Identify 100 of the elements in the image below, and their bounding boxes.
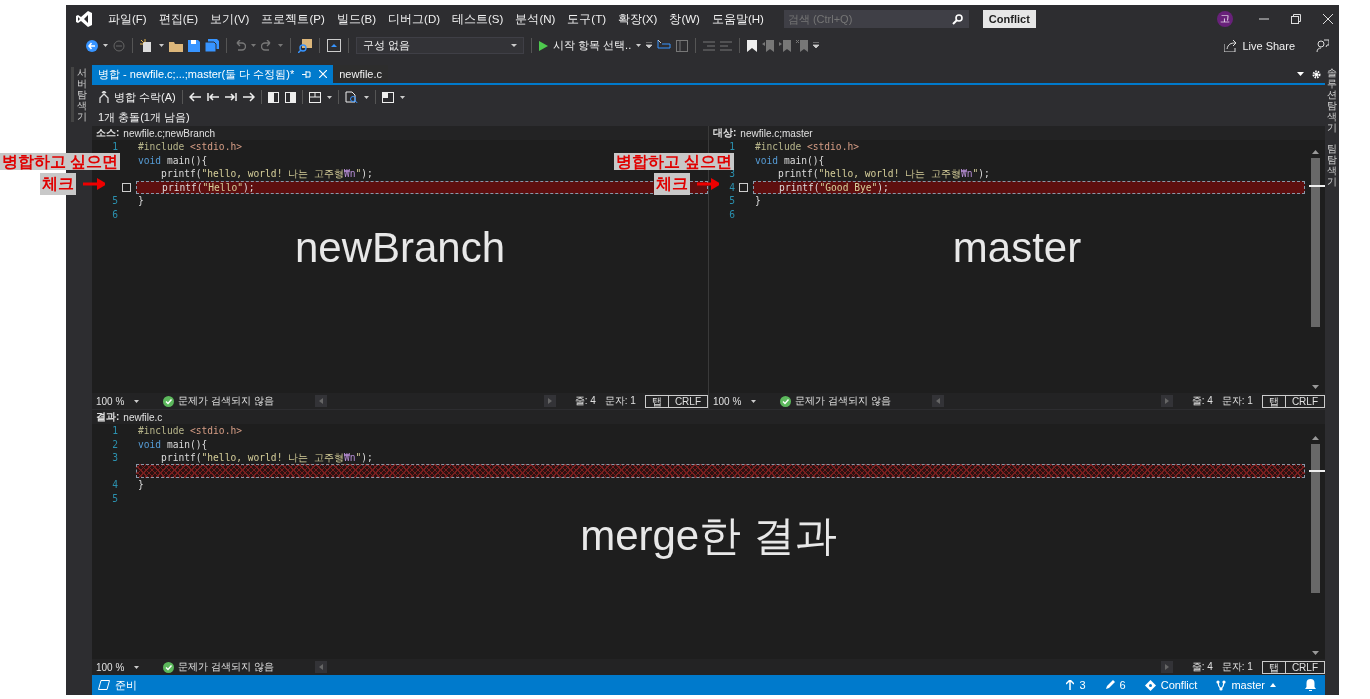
code-line: void main(){ [137,437,208,451]
callout-text: 병합하고 싶으면 [0,153,121,170]
menu-item[interactable]: 디버그(D) [382,11,447,27]
scroll-right-button[interactable] [1160,661,1173,673]
pin-icon[interactable] [302,70,312,78]
zoom-dropdown[interactable]: 100 % [96,661,146,673]
line-ending[interactable]: CRLF [1284,394,1325,408]
zoom-dropdown[interactable]: 100 % [96,395,146,407]
forward-icon [113,39,125,52]
restore-icon[interactable] [1291,14,1301,24]
search-icon [951,13,963,25]
new-item-icon[interactable] [140,38,154,53]
check-circle-icon [780,395,791,407]
settings-icon[interactable] [1312,69,1321,79]
code-line: } [137,194,144,208]
menu-item[interactable]: 파일(F) [102,11,153,27]
notification-icon[interactable] [1305,679,1316,691]
issues-status[interactable]: 문제가 검색되지 않음 [178,394,274,408]
overflow-icon[interactable] [813,42,820,49]
indent-mode[interactable]: 탭 [644,394,669,408]
caret-icon[interactable] [103,44,108,47]
code-line: printf("hello, world! 나는 고주형₩n"); [160,167,373,181]
arrow-icon [83,178,105,190]
feedback-icon[interactable] [1316,39,1329,52]
window-layout-icon[interactable] [381,91,394,103]
configuration-dropdown[interactable]: 구성 없음 [356,37,524,54]
issues-status[interactable]: 문제가 검색되지 않음 [178,660,274,674]
line-number: 2 [111,438,119,450]
caret-icon[interactable] [363,95,369,99]
pane-label: 소스: [96,126,120,140]
callout-text: 체크 [654,173,690,195]
share-icon [1224,39,1238,52]
grid-layout-icon[interactable] [308,91,321,103]
menu-item[interactable]: 프로젝트(P) [255,11,331,27]
checkbox[interactable] [739,182,748,192]
last-conflict-icon[interactable] [224,92,237,102]
find-in-files-icon[interactable] [298,38,312,53]
scroll-left-button[interactable] [314,395,327,407]
overflow-icon[interactable] [646,42,653,49]
live-share-button[interactable]: Live Share [1224,39,1295,52]
folder-icon[interactable] [169,39,183,52]
left-panel-icon[interactable] [267,91,279,103]
menu-item[interactable]: 도움말(H) [705,11,770,27]
user-avatar[interactable]: 고 [1217,11,1233,27]
menu-item[interactable]: 보기(V) [204,11,256,27]
zoom-dropdown[interactable]: 100 % [713,395,763,407]
right-panel-icon[interactable] [284,91,296,103]
up-arrow-icon [1066,680,1075,690]
bookmark-icon[interactable] [747,39,758,52]
changes-indicator[interactable]: 6 [1104,679,1126,691]
caret-icon[interactable] [326,95,332,99]
first-conflict-icon[interactable] [206,92,219,102]
document-tab[interactable]: 병합 - newfile.c;...;master(둘 다 수정됨)* [92,65,334,83]
save-icon[interactable] [188,39,200,52]
caret-icon[interactable] [159,44,164,47]
menu-item[interactable]: 테스트(S) [446,11,510,27]
issues-status[interactable]: 문제가 검색되지 않음 [795,394,891,408]
left-arrow-icon[interactable] [188,92,201,102]
right-arrow-icon[interactable] [242,92,255,102]
push-indicator[interactable]: 3 [1066,679,1086,691]
menu-item[interactable]: 창(W) [663,11,706,27]
repository-button[interactable]: Conflict [1144,679,1198,691]
accept-merge-button[interactable]: 병합 수락(A) [98,89,176,105]
start-button[interactable]: 시작 항목 선택.. [539,38,632,53]
indent-mode[interactable]: 탭 [1261,660,1286,674]
compare-icon[interactable] [344,91,358,103]
back-icon[interactable] [86,39,98,52]
save-all-icon[interactable] [205,39,219,52]
dropdown-icon[interactable] [1297,72,1304,76]
code-line: #include <stdio.h> [137,140,242,154]
scroll-left-button[interactable] [931,395,944,407]
layout-icon [676,39,689,52]
left-arrow-icon [318,398,323,404]
side-tab[interactable]: 솔루션 탐색기 [1327,67,1337,133]
browser-icon[interactable] [327,39,341,52]
line-ending[interactable]: CRLF [667,394,708,408]
branch-button[interactable]: master [1216,679,1276,691]
scroll-left-button[interactable] [314,661,327,673]
indent-mode[interactable]: 탭 [1261,394,1286,408]
menu-item[interactable]: 도구(T) [561,11,613,27]
right-arrow-icon [1164,398,1169,404]
menu-item[interactable]: 편집(E) [152,11,205,27]
caret-icon[interactable] [636,44,642,47]
code-line: printf("hello, world! 나는 고주형₩n"); [777,167,990,181]
caret-icon [251,44,256,47]
scroll-right-button[interactable] [1160,395,1173,407]
side-tab[interactable]: 서버 탐색기 [70,67,87,122]
file-name: newfile.c;master [740,127,813,139]
scroll-right-button[interactable] [543,395,556,407]
solution-badge[interactable]: Conflict [982,10,1036,28]
line-number: 4 [111,479,119,491]
side-tab[interactable]: 팀 탐색기 [1327,143,1337,187]
close-icon[interactable] [1323,14,1333,24]
menu-item[interactable]: 분석(N) [509,11,562,27]
checkbox[interactable] [122,182,131,192]
caret-icon[interactable] [399,95,405,99]
line-ending[interactable]: CRLF [1284,660,1325,674]
line-number: 1 [111,141,119,153]
menu-item[interactable]: 확장(X) [612,11,664,27]
menu-item[interactable]: 빌드(B) [330,11,383,27]
